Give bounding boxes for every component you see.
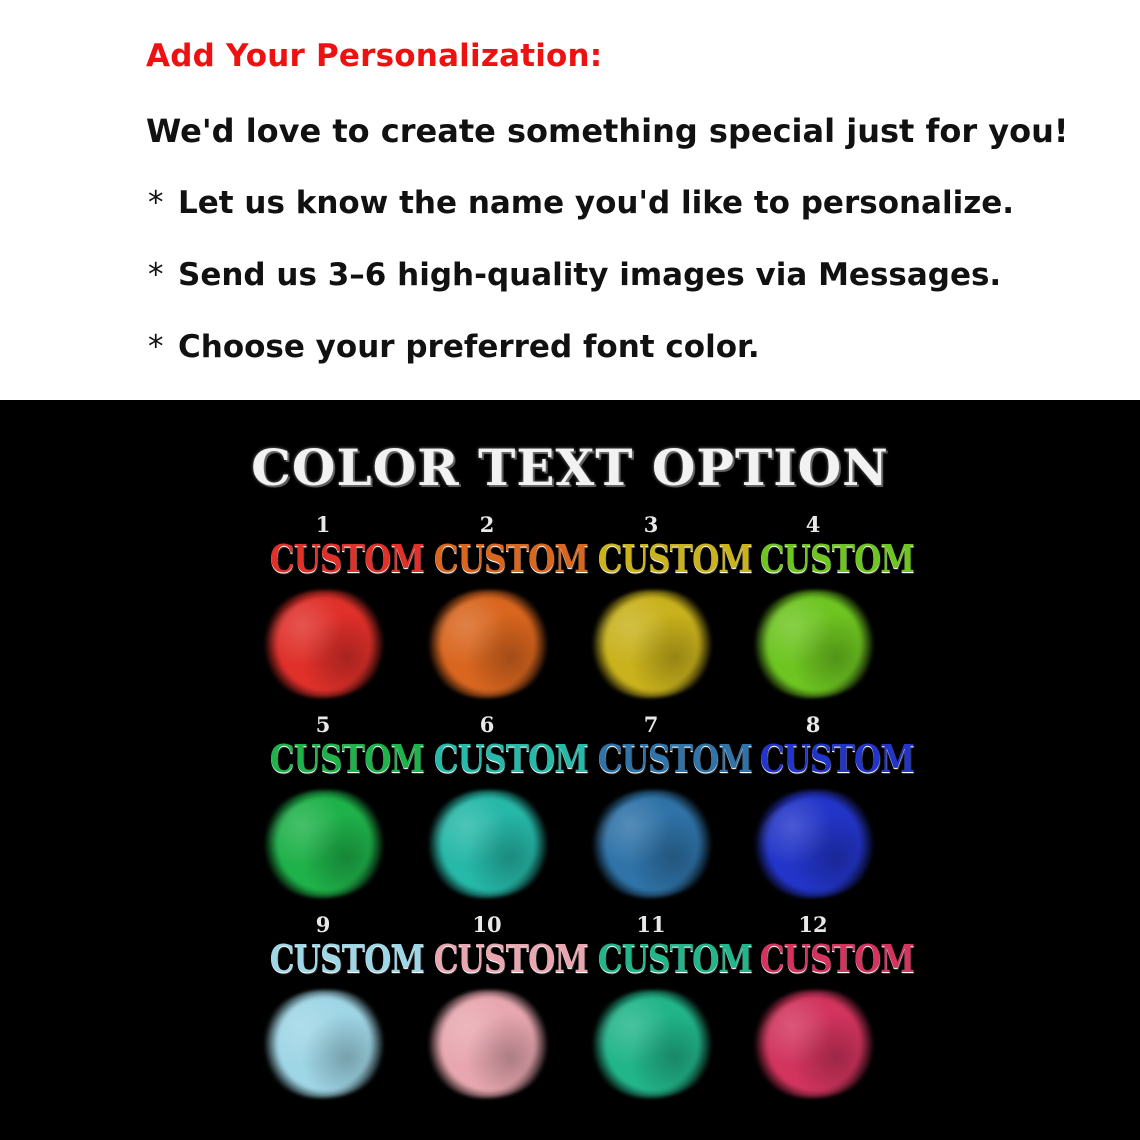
color-splash-icon [260, 590, 388, 698]
color-panel-title: COLOR TEXT OPTION [251, 438, 889, 497]
option-sample-text: CUSTOM [433, 936, 589, 981]
color-splash-icon [424, 990, 552, 1098]
bullet-text: Let us know the name you'd like to perso… [178, 185, 1015, 221]
option-number: 3 [643, 512, 659, 537]
color-option-1[interactable]: 1 CUSTOM [258, 512, 425, 702]
option-number: 9 [315, 912, 331, 937]
bullet-text: Send us 3–6 high-quality images via Mess… [178, 257, 1002, 293]
option-sample-text: CUSTOM [433, 536, 589, 581]
color-option-11[interactable]: 11 CUSTOM [586, 912, 753, 1102]
option-number: 12 [798, 912, 828, 937]
bullet-color: * Choose your preferred font color. [148, 329, 760, 365]
color-options-panel: COLOR TEXT OPTION 1 CUSTOM 2 CUSTOM 3 CUSTOM 4… [0, 400, 1140, 1140]
option-number: 5 [315, 712, 331, 737]
option-sample-text: CUSTOM [269, 736, 425, 781]
color-splash-icon [588, 990, 716, 1098]
color-option-5[interactable]: 5 CUSTOM [258, 712, 425, 902]
option-sample-text: CUSTOM [759, 936, 915, 981]
option-number: 7 [643, 712, 659, 737]
option-number: 1 [315, 512, 331, 537]
instructions-section: Add Your Personalization: We'd love to c… [0, 0, 1140, 400]
option-number: 4 [805, 512, 821, 537]
bullet-text: Choose your preferred font color. [178, 329, 760, 365]
color-option-9[interactable]: 9 CUSTOM [258, 912, 425, 1102]
color-option-7[interactable]: 7 CUSTOM [586, 712, 753, 902]
intro-text: We'd love to create something special ju… [146, 112, 1069, 150]
option-number: 2 [479, 512, 495, 537]
color-option-10[interactable]: 10 CUSTOM [422, 912, 589, 1102]
option-number: 10 [472, 912, 502, 937]
color-splash-icon [750, 590, 878, 698]
option-sample-text: CUSTOM [433, 736, 589, 781]
color-option-12[interactable]: 12 CUSTOM [748, 912, 915, 1102]
color-splash-icon [424, 790, 552, 898]
option-sample-text: CUSTOM [269, 936, 425, 981]
color-option-4[interactable]: 4 CUSTOM [748, 512, 915, 702]
color-splash-icon [424, 590, 552, 698]
option-number: 8 [805, 712, 821, 737]
bullet-marker: * [148, 257, 164, 293]
option-sample-text: CUSTOM [759, 536, 915, 581]
option-sample-text: CUSTOM [597, 936, 753, 981]
color-splash-icon [750, 790, 878, 898]
bullet-marker: * [148, 185, 164, 221]
color-splash-icon [260, 790, 388, 898]
option-number: 11 [636, 912, 666, 937]
color-option-8[interactable]: 8 CUSTOM [748, 712, 915, 902]
color-splash-icon [750, 990, 878, 1098]
bullet-name: * Let us know the name you'd like to pers… [148, 185, 1014, 221]
option-sample-text: CUSTOM [597, 536, 753, 581]
option-sample-text: CUSTOM [759, 736, 915, 781]
color-splash-icon [588, 790, 716, 898]
option-sample-text: CUSTOM [597, 736, 753, 781]
color-option-3[interactable]: 3 CUSTOM [586, 512, 753, 702]
color-splash-icon [588, 590, 716, 698]
personalization-heading: Add Your Personalization: [146, 38, 603, 74]
color-option-6[interactable]: 6 CUSTOM [422, 712, 589, 902]
color-option-2[interactable]: 2 CUSTOM [422, 512, 589, 702]
bullet-images: * Send us 3–6 high-quality images via Mes… [148, 257, 1001, 293]
option-number: 6 [479, 712, 495, 737]
color-splash-icon [260, 990, 388, 1098]
option-sample-text: CUSTOM [269, 536, 425, 581]
bullet-marker: * [148, 329, 164, 365]
